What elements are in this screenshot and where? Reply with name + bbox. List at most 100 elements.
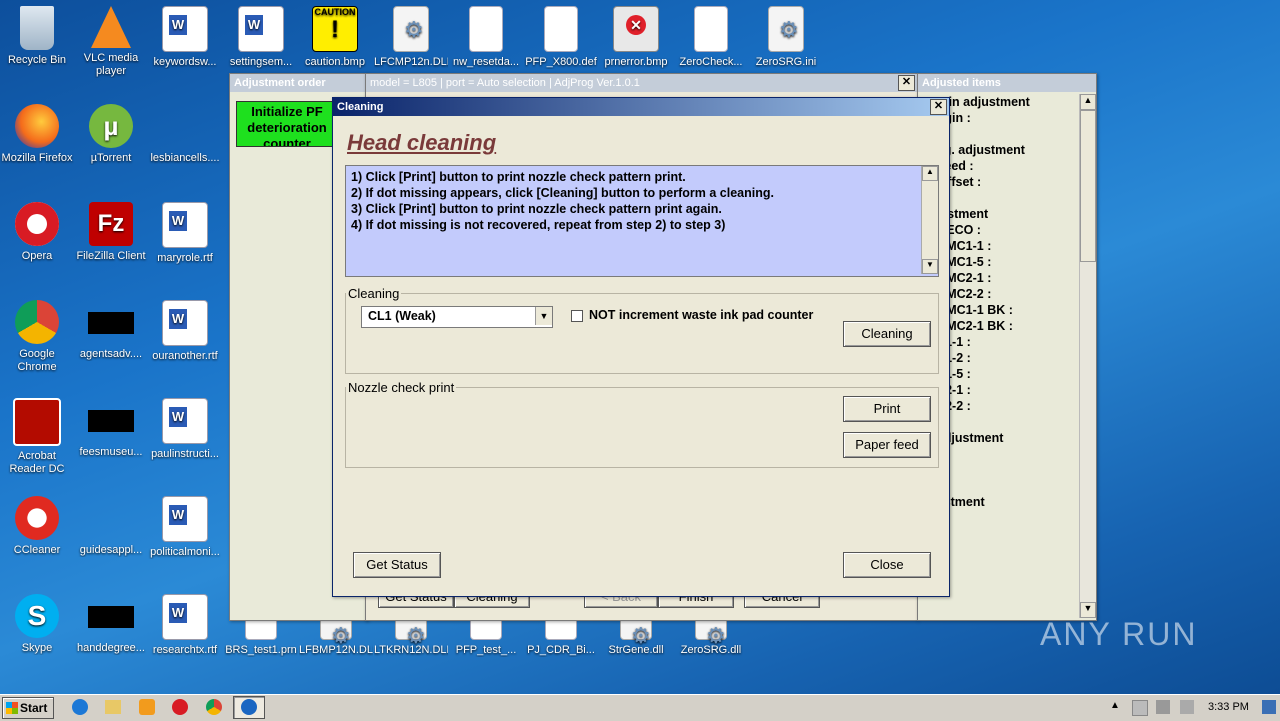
instructions-scrollbar[interactable]: ▲ ▼ <box>921 166 938 274</box>
windows-logo-icon <box>6 702 18 714</box>
word-document-icon <box>162 300 208 346</box>
clock[interactable]: 3:33 PM <box>1208 701 1249 713</box>
desktop-icon-handdegree[interactable]: handdegree... <box>74 594 148 655</box>
show-desktop-icon[interactable] <box>1262 700 1276 714</box>
ie-taskbar-icon[interactable] <box>72 699 88 715</box>
desktop-icon-pfp-x800[interactable]: PFP_X800.def <box>524 6 598 69</box>
blank-file-icon <box>694 6 728 52</box>
head-cleaning-heading: Head cleaning <box>347 130 497 155</box>
desktop-icon-zerocheck[interactable]: ZeroCheck... <box>674 6 748 69</box>
desktop-icon-skype[interactable]: S Skype <box>0 594 74 655</box>
cleaning-dialog-title: Cleaning <box>333 98 949 116</box>
instruction-line: 3) Click [Print] button to print nozzle … <box>351 202 722 216</box>
word-document-icon <box>162 202 208 248</box>
scroll-thumb[interactable] <box>1080 110 1096 262</box>
file-thumbnail-icon <box>88 410 134 432</box>
acrobat-icon <box>13 398 61 446</box>
scroll-up-icon[interactable]: ▲ <box>922 166 938 181</box>
scroll-down-icon[interactable]: ▼ <box>922 259 938 274</box>
adjprog-taskbar-icon <box>241 699 257 715</box>
caution-image-icon: CAUTION ! <box>312 6 358 52</box>
cleaning-mode-select[interactable]: CL1 (Weak) ▼ <box>361 306 553 328</box>
waste-ink-checkbox[interactable] <box>571 310 583 322</box>
desktop-icon-filezilla[interactable]: Fz FileZilla Client <box>74 202 148 263</box>
desktop-icon-vlc[interactable]: VLC media player <box>74 6 148 78</box>
anyrun-watermark: ANY RUN <box>1040 616 1197 653</box>
desktop-icon-acrobat[interactable]: Acrobat Reader DC <box>0 398 74 476</box>
word-document-icon <box>162 496 208 542</box>
tray-network-icon[interactable] <box>1132 700 1148 716</box>
desktop-icon-keywordsw[interactable]: keywordsw... <box>148 6 222 69</box>
adjustment-order-title: Adjustment order <box>230 74 367 92</box>
desktop-icon-politicalmoni[interactable]: politicalmoni... <box>148 496 222 559</box>
opera-icon <box>15 202 59 246</box>
taskbar: Start ▲ 3:33 PM <box>0 694 1280 721</box>
word-document-icon <box>162 594 208 640</box>
desktop-icon-feesmuseu[interactable]: feesmuseu... <box>74 398 148 459</box>
instruction-line: 1) Click [Print] button to print nozzle … <box>351 170 686 184</box>
desktop-icon-lesbiancells[interactable]: lesbiancells.... <box>148 104 222 165</box>
desktop-icon-caution[interactable]: CAUTION ! caution.bmp <box>298 6 372 69</box>
filezilla-icon: Fz <box>89 202 133 246</box>
opera-taskbar-icon[interactable] <box>172 699 188 715</box>
utorrent-icon: µ <box>89 104 133 148</box>
chevron-down-icon[interactable]: ▼ <box>535 307 552 325</box>
desktop-icon-paulinstructi[interactable]: paulinstructi... <box>148 398 222 461</box>
desktop-icon-utorrent[interactable]: µ µTorrent <box>74 104 148 165</box>
word-document-icon <box>238 6 284 52</box>
print-button[interactable]: Print <box>843 396 931 422</box>
desktop-icon-zerosrg-ini[interactable]: ZeroSRG.ini <box>749 6 823 69</box>
start-label: Start <box>20 701 48 715</box>
adjusted-items-scrollbar[interactable]: ▲ ▼ <box>1079 94 1096 618</box>
desktop-icon-agentsadv[interactable]: agentsadv.... <box>74 300 148 361</box>
media-player-taskbar-icon[interactable] <box>139 699 155 715</box>
tray-chevron-icon[interactable]: ▲ <box>1110 700 1120 711</box>
desktop-icon-prnerror[interactable]: ✕ prnerror.bmp <box>599 6 673 69</box>
paper-feed-button[interactable]: Paper feed <box>843 432 931 458</box>
dll-file-icon <box>393 6 429 52</box>
tray-volume-icon[interactable] <box>1180 700 1194 714</box>
instructions-box: 1) Click [Print] button to print nozzle … <box>345 165 939 277</box>
chrome-icon <box>15 300 59 344</box>
cleaning-mode-value: CL1 (Weak) <box>368 309 436 323</box>
chrome-taskbar-icon[interactable] <box>206 699 222 715</box>
file-thumbnail-icon <box>163 104 207 148</box>
desktop-icon-ccleaner[interactable]: CCleaner <box>0 496 74 557</box>
skype-icon: S <box>15 594 59 638</box>
ccleaner-icon <box>15 496 59 540</box>
start-button[interactable]: Start <box>2 697 54 719</box>
close-button[interactable]: Close <box>843 552 931 578</box>
firefox-icon <box>15 104 59 148</box>
desktop-icon-ouranother[interactable]: ouranother.rtf <box>148 300 222 363</box>
scroll-up-icon[interactable]: ▲ <box>1080 94 1096 110</box>
desktop-icon-recycle-bin[interactable]: Recycle Bin <box>0 6 74 67</box>
watermark-text: ANY RUN <box>1040 616 1198 652</box>
desktop-icon-opera[interactable]: Opera <box>0 202 74 263</box>
explorer-taskbar-icon[interactable] <box>105 700 121 714</box>
desktop-icon-guidesappl[interactable]: guidesappl... <box>74 496 148 557</box>
adjprog-taskbar-button[interactable] <box>233 696 265 719</box>
file-thumbnail-icon <box>88 312 134 334</box>
desktop-icon-chrome[interactable]: Google Chrome <box>0 300 74 374</box>
word-document-icon <box>162 398 208 444</box>
cleaning-dialog-close-icon[interactable]: ✕ <box>930 99 947 115</box>
instruction-line: 2) If dot missing appears, click [Cleani… <box>351 186 774 200</box>
tray-flag-icon[interactable] <box>1156 700 1170 714</box>
recycle-bin-icon <box>20 6 54 50</box>
desktop-icon-nw-resetda[interactable]: nw_resetda... <box>449 6 523 69</box>
adjprog-close-icon[interactable]: ✕ <box>898 75 915 91</box>
desktop-icon-firefox[interactable]: Mozilla Firefox <box>0 104 74 165</box>
cleaning-dialog: Cleaning ✕ Head cleaning 1) Click [Print… <box>332 97 950 597</box>
desktop-icon-settingsem[interactable]: settingsem... <box>224 6 298 69</box>
cleaning-button[interactable]: Cleaning <box>843 321 931 347</box>
printer-error-icon: ✕ <box>613 6 659 52</box>
initialize-pf-button[interactable]: Initialize PF deterioration counter <box>236 101 338 147</box>
waste-ink-checkbox-label: NOT increment waste ink pad counter <box>589 308 814 322</box>
desktop-icon-lfcmp12n[interactable]: LFCMP12n.DLL <box>374 6 448 69</box>
nozzle-check-group-label: Nozzle check print <box>348 380 455 395</box>
desktop-icon-researchtx[interactable]: researchtx.rtf <box>148 594 222 657</box>
get-status-button[interactable]: Get Status <box>353 552 441 578</box>
instruction-line: 4) If dot missing is not recovered, repe… <box>351 218 726 232</box>
desktop-icon-maryrole[interactable]: maryrole.rtf <box>148 202 222 265</box>
file-thumbnail-icon <box>88 606 134 628</box>
